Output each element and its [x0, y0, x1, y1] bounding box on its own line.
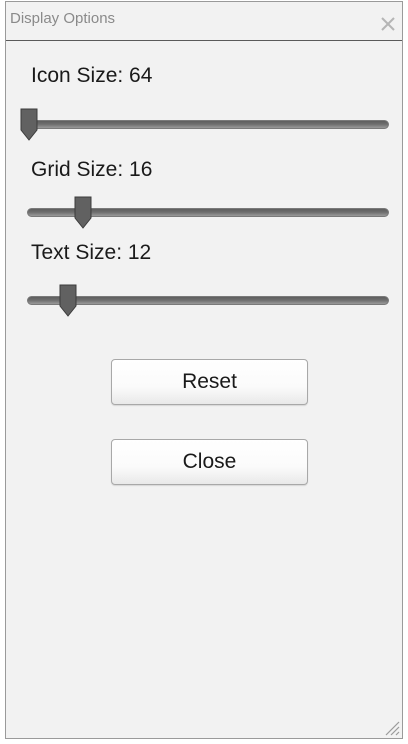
text-size-slider[interactable]: [27, 284, 389, 318]
slider-thumb[interactable]: [58, 284, 78, 318]
slider-thumb[interactable]: [19, 108, 39, 142]
grid-size-label: Grid Size: 16: [31, 158, 153, 181]
display-options-window: Display Options Icon Size: 64 Grid Size:…: [5, 1, 403, 739]
window-title: Display Options: [10, 10, 116, 27]
slider-track[interactable]: [27, 120, 389, 129]
resize-grip-icon[interactable]: [382, 718, 400, 736]
close-button[interactable]: Close: [111, 439, 308, 485]
grid-size-slider[interactable]: [27, 196, 389, 230]
icon-size-slider[interactable]: [20, 108, 389, 142]
close-icon[interactable]: [376, 11, 400, 35]
slider-track[interactable]: [27, 296, 389, 305]
slider-thumb[interactable]: [73, 196, 93, 230]
reset-button[interactable]: Reset: [111, 359, 308, 405]
icon-size-label: Icon Size: 64: [31, 64, 153, 87]
title-bar[interactable]: Display Options: [6, 2, 402, 41]
text-size-label: Text Size: 12: [31, 241, 152, 264]
